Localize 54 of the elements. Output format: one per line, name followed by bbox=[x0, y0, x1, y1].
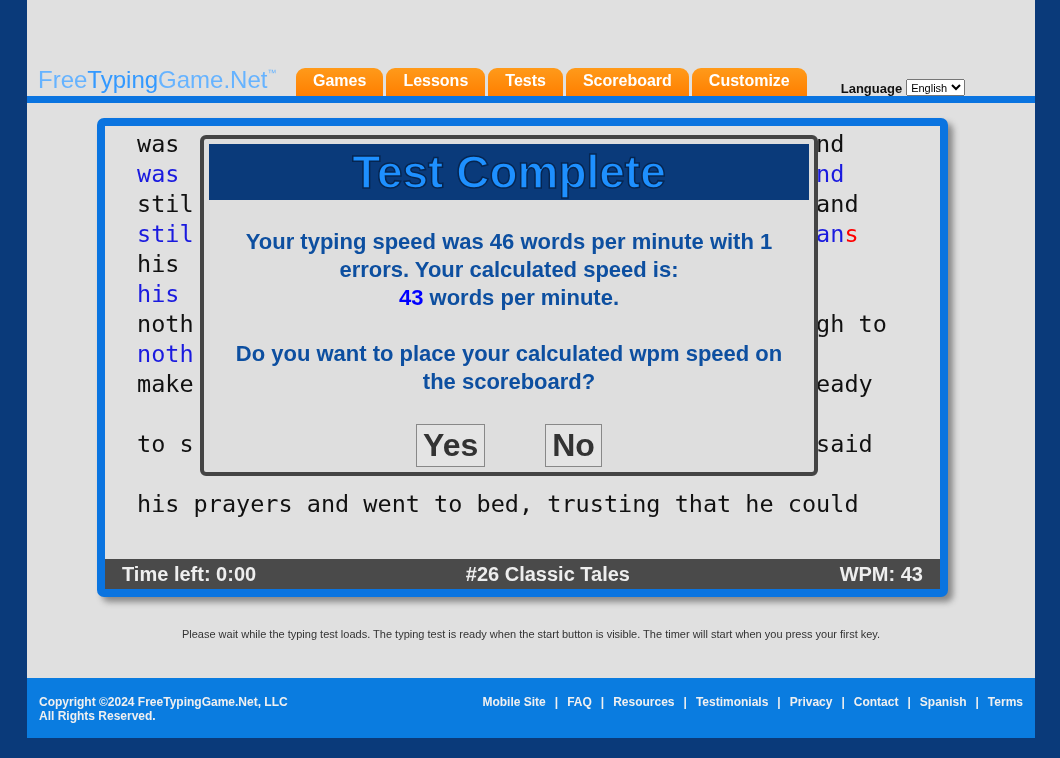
passage-text: to s bbox=[137, 430, 194, 458]
link-separator: | bbox=[600, 695, 605, 711]
link-separator: | bbox=[683, 695, 687, 711]
footer-link[interactable]: FAQ bbox=[567, 695, 592, 738]
link-separator: | bbox=[975, 695, 979, 711]
site-logo[interactable]: FreeTypingGame.Net™ bbox=[38, 66, 296, 94]
passage-text: noth bbox=[137, 340, 194, 368]
dialog-button[interactable]: No bbox=[545, 424, 602, 467]
footer-link[interactable]: Privacy bbox=[789, 695, 833, 738]
result-message: Your typing speed was 46 words per minute with 1 errors. Your calculated speed is: bbox=[244, 228, 774, 284]
passage-text: and bbox=[816, 190, 859, 218]
passage-text: was bbox=[137, 160, 180, 188]
nav-tab[interactable]: Scoreboard bbox=[565, 68, 689, 96]
footer-link[interactable]: Testimonials bbox=[695, 695, 769, 738]
copyright-text: Copyright ©2024 FreeTypingGame.Net, LLC bbox=[39, 695, 288, 709]
time-left: Time left: 0:00 bbox=[122, 562, 257, 586]
rights-text: All Rights Reserved. bbox=[39, 709, 157, 723]
language-select[interactable]: English bbox=[906, 79, 966, 96]
passage-text: noth bbox=[137, 310, 194, 338]
footer-link[interactable]: Terms bbox=[987, 695, 1023, 738]
passage-text: nd bbox=[816, 160, 845, 188]
passage-text: said bbox=[816, 430, 873, 458]
passage-text: his prayers and went to bed, trusting that he could bbox=[137, 490, 859, 518]
passage-text: stil bbox=[137, 220, 194, 248]
link-separator: | bbox=[777, 695, 781, 711]
footer-link[interactable]: Resources bbox=[613, 695, 675, 738]
nav-tab[interactable]: Games bbox=[296, 68, 384, 96]
passage-text: his bbox=[137, 250, 180, 278]
footer-link[interactable]: Contact bbox=[853, 695, 899, 738]
link-separator: | bbox=[907, 695, 911, 711]
passage-text: eady bbox=[816, 370, 873, 398]
passage-text: nd bbox=[816, 130, 845, 158]
test-title: #26 Classic Tales bbox=[465, 562, 630, 586]
dialog-title: Test Complete bbox=[209, 144, 809, 200]
passage-text: gh to bbox=[816, 310, 887, 338]
dialog-button[interactable]: Yes bbox=[416, 424, 486, 467]
loading-note: Please wait while the typing test loads. The typing test is ready when the start button is visible. The timer will start when you press your first key. bbox=[180, 628, 882, 640]
nav-tab[interactable]: Tests bbox=[488, 68, 563, 96]
passage-text: make bbox=[137, 370, 194, 398]
passage-text: was bbox=[137, 130, 180, 158]
link-separator: | bbox=[554, 695, 559, 711]
nav-tab[interactable]: Lessons bbox=[386, 68, 486, 96]
passage-text: s bbox=[844, 220, 859, 248]
footer-link[interactable]: Spanish bbox=[919, 695, 967, 738]
wpm-reading: WPM: 43 bbox=[839, 562, 923, 586]
language-label: Language bbox=[840, 81, 903, 96]
nav-tab[interactable]: Customize bbox=[691, 68, 807, 96]
passage-text: an bbox=[816, 220, 845, 248]
calculated-speed: 43 words per minute. bbox=[397, 284, 621, 312]
passage-text: stil bbox=[137, 190, 194, 218]
link-separator: | bbox=[841, 695, 845, 711]
footer-link[interactable]: Mobile Site bbox=[482, 695, 546, 738]
scoreboard-question: Do you want to place your calculated wpm speed on the scoreboard? bbox=[234, 340, 784, 396]
passage-text: his bbox=[137, 280, 180, 308]
